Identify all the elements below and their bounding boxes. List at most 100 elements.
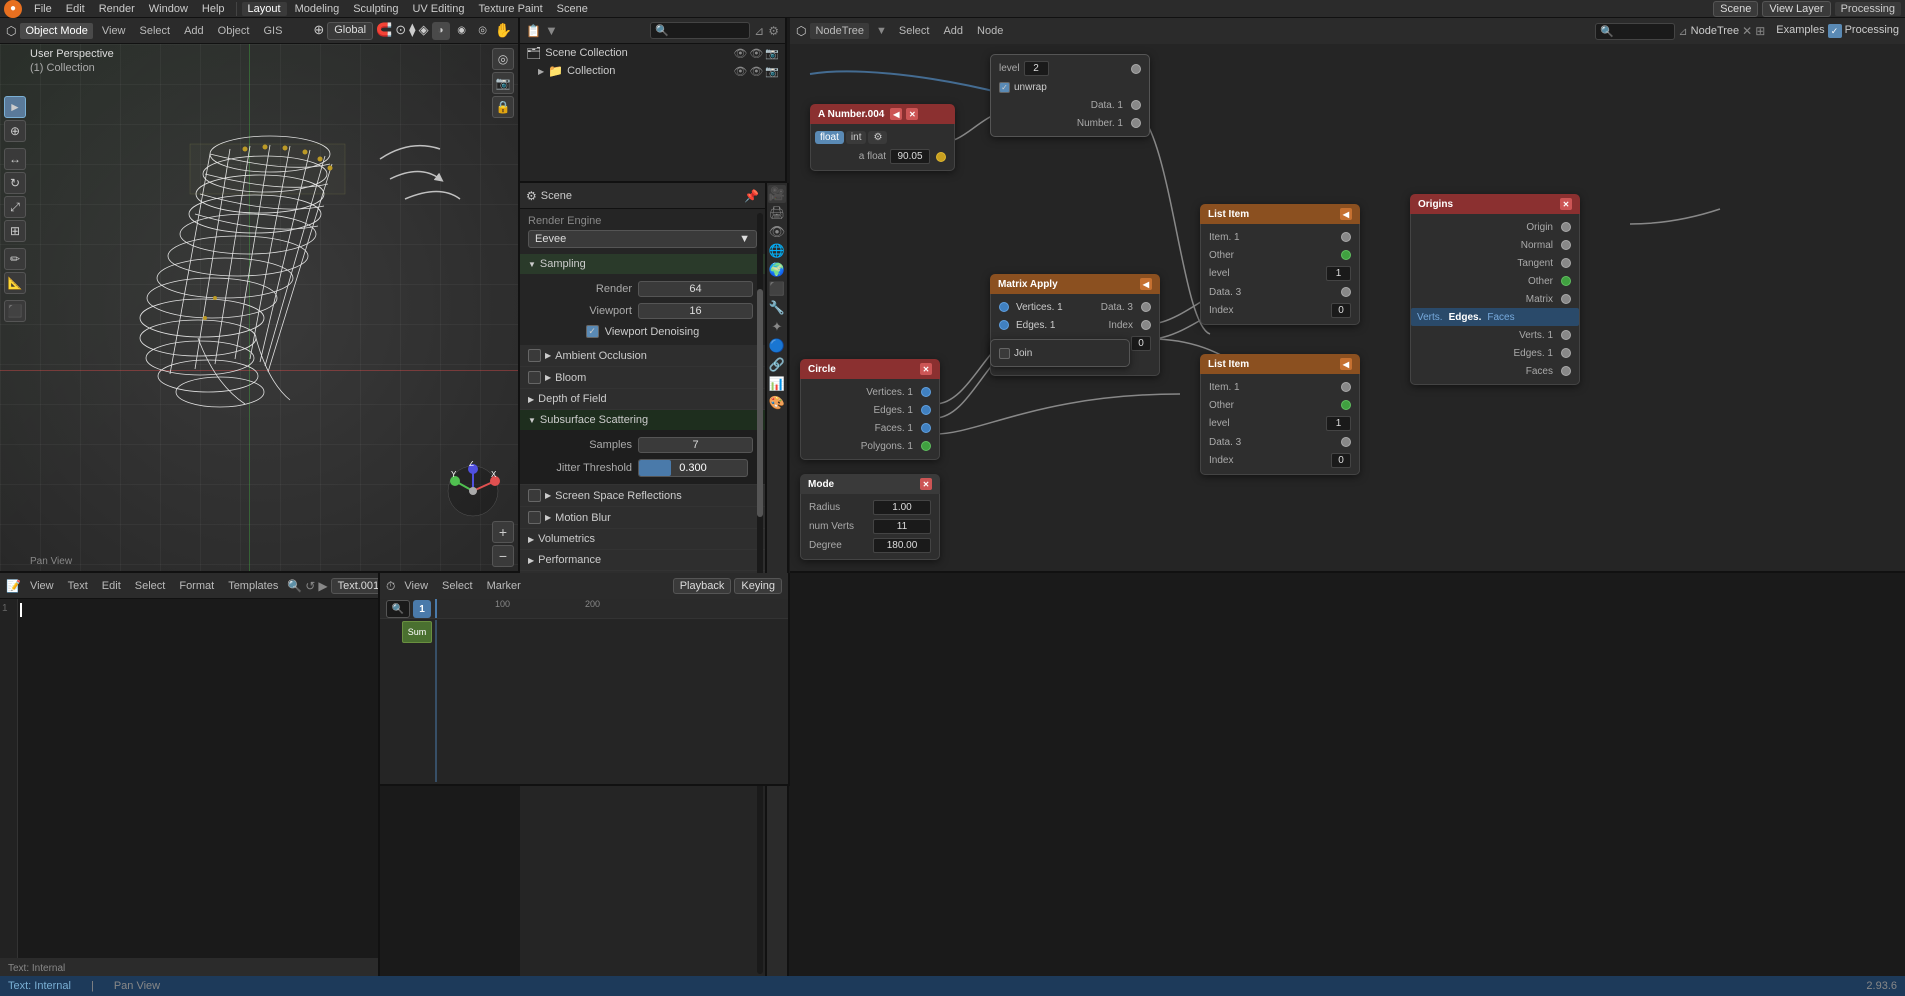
text-editor-icon[interactable]: 📝 <box>6 579 21 593</box>
list-item-1-arrow[interactable]: ◀ <box>1340 208 1352 220</box>
node-a-number[interactable]: A Number.004 ◀ ✕ float int ⚙ a float 90.… <box>810 104 955 171</box>
select-menu[interactable]: Select <box>135 23 176 39</box>
measure-tool[interactable]: 📐 <box>4 272 26 294</box>
node-filter-btn[interactable]: ⊿ <box>1678 25 1687 38</box>
cursor-tool[interactable]: ⊕ <box>4 120 26 142</box>
node-mode[interactable]: Mode ✕ Radius 1.00 num Verts 11 Degree 1… <box>800 474 940 560</box>
view-camera-btn[interactable]: 📷 <box>492 72 514 94</box>
prop-icon-modifier[interactable]: 🔧 <box>768 299 786 317</box>
node-level-unwrap[interactable]: level 2 ✓ unwrap Data. 1 Number. 1 <box>990 54 1150 137</box>
a-float-value[interactable]: 90.05 <box>890 149 930 164</box>
examples-checkbox[interactable]: ✓ <box>1828 24 1842 38</box>
mode-degree-val[interactable]: 180.00 <box>873 538 931 553</box>
prop-icon-object[interactable]: ⬛ <box>768 280 786 298</box>
frame-indicator-search[interactable]: 🔍 <box>386 600 410 618</box>
menu-render[interactable]: Render <box>93 2 141 16</box>
prop-icon-particles[interactable]: ✦ <box>768 318 786 336</box>
prop-icon-scene[interactable]: 🌐 <box>768 242 786 260</box>
sampling-header[interactable]: ▼ Sampling <box>520 254 765 274</box>
node-search[interactable]: 🔍 <box>1595 23 1675 40</box>
transform-tool[interactable]: ⊞ <box>4 220 26 242</box>
ao-checkbox[interactable] <box>528 349 541 362</box>
menu-edit[interactable]: Edit <box>60 2 91 16</box>
zoom-in-btn[interactable]: + <box>492 521 514 543</box>
mode-selector[interactable]: Object Mode <box>20 23 92 39</box>
object-menu[interactable]: Object <box>213 23 255 39</box>
properties-pin-btn[interactable]: 📌 <box>744 189 759 203</box>
outliner-settings-icon[interactable]: ⚙ <box>768 24 779 38</box>
node-a-number-close[interactable]: ✕ <box>906 108 918 120</box>
join-checkbox[interactable] <box>999 348 1010 359</box>
node-select-btn[interactable]: Select <box>894 23 935 39</box>
timeline-strips[interactable]: Sum <box>380 619 788 784</box>
snap-icon[interactable]: 🧲 <box>376 22 392 40</box>
frame-indicator-play[interactable]: 1 <box>413 600 431 618</box>
dof-header[interactable]: ▶ Depth of Field <box>520 389 765 409</box>
menu-window[interactable]: Window <box>143 2 194 16</box>
outliner-filter-btn[interactable]: ▼ <box>545 23 558 38</box>
properties-editor-icon[interactable]: ⚙ <box>526 189 537 203</box>
tab-modeling[interactable]: Modeling <box>289 2 346 16</box>
outliner-scene-collection[interactable]: 🗂 Scene Collection 👁 👁 📷 <box>520 44 785 62</box>
prop-icon-physics[interactable]: 🔵 <box>768 337 786 355</box>
prop-icon-world[interactable]: 🌍 <box>768 261 786 279</box>
annotate-tool[interactable]: ✏ <box>4 248 26 270</box>
viewport-bg[interactable]: User Perspective (1) Collection ► ⊕ ↔ ↻ … <box>0 44 518 571</box>
vol-header[interactable]: ▶ Volumetrics <box>520 529 765 549</box>
prop-icon-view[interactable]: 👁 <box>768 223 786 241</box>
prop-icon-output[interactable]: 🖨 <box>768 204 786 222</box>
te-text-menu[interactable]: Text <box>63 578 93 594</box>
viewport-denoising-checkbox[interactable]: ✓ <box>586 325 599 338</box>
node-origins[interactable]: Origins ✕ Origin Normal Tangent O <box>1410 194 1580 385</box>
prop-icon-render[interactable]: 🎥 <box>768 185 786 203</box>
tab-processing[interactable]: Processing <box>1835 2 1901 16</box>
render-engine-dropdown[interactable]: Eevee ▼ <box>528 230 757 248</box>
node-editor-icon[interactable]: ⬡ <box>796 24 806 38</box>
prop-icon-constraints[interactable]: 🔗 <box>768 356 786 374</box>
scale-tool[interactable]: ⤢ <box>4 196 26 218</box>
xray-btn[interactable]: ◈ <box>419 22 429 40</box>
matrix-apply-arrow[interactable]: ◀ <box>1140 278 1152 290</box>
ssr-checkbox[interactable] <box>528 489 541 502</box>
move-tool[interactable]: ↔ <box>4 148 26 170</box>
mode-radius-val[interactable]: 1.00 <box>873 500 931 515</box>
te-view-menu[interactable]: View <box>25 578 59 594</box>
jitter-slider[interactable]: 0.300 <box>638 459 748 477</box>
viewport-gizmo[interactable]: X Y Z <box>443 461 503 521</box>
prop-icon-material[interactable]: 🎨 <box>768 394 786 412</box>
float-tab[interactable]: float <box>815 131 844 144</box>
outliner-editor-icon[interactable]: 📋 <box>526 24 541 38</box>
unwrap-checkbox[interactable]: ✓ <box>999 82 1010 93</box>
tab-uv-editing[interactable]: UV Editing <box>406 2 470 16</box>
li1-index-val[interactable]: 0 <box>1331 303 1351 318</box>
tab-sculpting[interactable]: Sculpting <box>347 2 404 16</box>
timeline-marker-btn[interactable]: Marker <box>482 578 526 594</box>
li1-level-val[interactable]: 1 <box>1326 266 1351 281</box>
mode-numverts-val[interactable]: 11 <box>873 519 931 534</box>
perf-header[interactable]: ▶ Performance <box>520 550 765 570</box>
viewport-value[interactable]: 16 <box>638 303 753 319</box>
te-format-menu[interactable]: Format <box>174 578 219 594</box>
tab-scene[interactable]: Scene <box>551 2 594 16</box>
scene-name-input[interactable]: Scene <box>1713 1 1758 17</box>
view-perspective-btn[interactable]: ◎ <box>492 48 514 70</box>
samples-value[interactable]: 7 <box>638 437 753 453</box>
bloom-checkbox[interactable] <box>528 371 541 384</box>
te-run-btn[interactable]: ▶ <box>318 579 327 593</box>
te-sync-btn[interactable]: ↺ <box>305 579 315 593</box>
node-join[interactable]: Join <box>990 339 1130 367</box>
level-value[interactable]: 2 <box>1024 61 1049 76</box>
node-a-number-arrow[interactable]: ◀ <box>890 108 902 120</box>
shading-rendered[interactable]: ◎ <box>474 22 492 40</box>
timeline-select-btn[interactable]: Select <box>437 578 478 594</box>
shading-material[interactable]: ◉ <box>453 22 471 40</box>
playback-selector[interactable]: Playback <box>673 578 732 594</box>
node-editor-type[interactable]: NodeTree <box>810 23 869 39</box>
add-menu[interactable]: Add <box>179 23 209 39</box>
circle-close[interactable]: ✕ <box>920 363 932 375</box>
li2-level-val[interactable]: 1 <box>1326 416 1351 431</box>
blender-logo[interactable]: ● <box>4 0 22 18</box>
overlay-btn[interactable]: ⧫ <box>409 22 415 40</box>
bloom-header[interactable]: ▶ Bloom <box>520 367 765 388</box>
select-tool[interactable]: ► <box>4 96 26 118</box>
